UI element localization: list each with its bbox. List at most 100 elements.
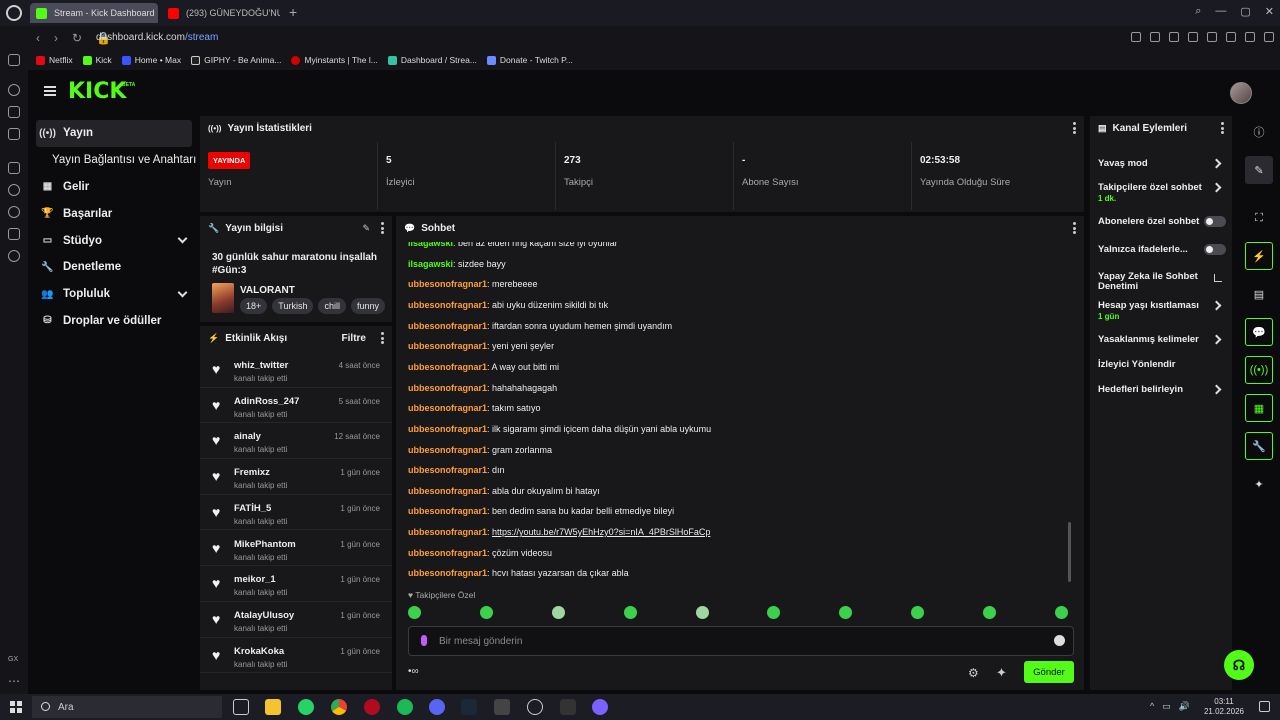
chat-username[interactable]: ilsagawski [408,242,453,248]
chat-username[interactable]: ubbesonofragnar1 [408,486,487,496]
tab-kick-dashboard[interactable]: Stream - Kick Dashboard [30,3,158,23]
chat-username[interactable]: ubbesonofragnar1 [408,279,487,289]
chat-username[interactable]: ubbesonofragnar1 [408,403,487,413]
maximize-icon[interactable]: ▢ [1240,5,1250,18]
notifications-icon[interactable] [1259,701,1270,712]
bot-icon[interactable]: ✦ [1245,470,1273,498]
send-button[interactable]: Gönder [1024,661,1074,683]
forward-icon[interactable]: › [54,31,58,45]
profile-icon[interactable] [1226,32,1236,42]
menu-icon[interactable] [1264,32,1274,42]
game-app-icon[interactable] [494,699,510,715]
layout-icon[interactable]: ▦ [1245,394,1273,422]
downloads-icon[interactable] [8,228,20,240]
pencil-icon[interactable]: ✎ [1245,156,1273,184]
toggle-switch[interactable] [1204,216,1226,227]
user-avatar[interactable] [1230,82,1252,104]
bookmark-myinstants[interactable]: Myinstants | The l... [291,50,378,70]
crop-icon[interactable]: ⛶ [1245,204,1273,232]
activity-username[interactable]: MikePhantom [234,539,296,550]
windows-start-icon[interactable] [10,701,22,713]
channel-action-item[interactable]: Hedefleri belirleyin [1098,384,1226,395]
chat-username[interactable]: ubbesonofragnar1 [408,506,487,516]
reload-icon[interactable]: ↻ [72,31,82,45]
nav-item-topluluk[interactable]: 👥 Topluluk [36,281,192,308]
channel-action-item[interactable]: Abonelere özel sohbet [1098,216,1226,227]
channel-action-item[interactable]: Hesap yaşı kısıtlaması 1 gün [1098,300,1226,321]
bookmark-donate[interactable]: Donate - Twitch P... [486,50,573,70]
emote[interactable] [983,606,996,619]
emote[interactable] [1054,606,1068,619]
microphone-icon[interactable] [421,635,427,646]
wallet-icon[interactable] [8,162,20,174]
nav-item-basarilar[interactable]: 🏆 Başarılar [36,200,192,227]
chat-username[interactable]: ubbesonofragnar1 [408,445,487,455]
emote[interactable] [695,606,709,619]
emote[interactable] [623,606,637,619]
nav-item-droplar[interactable]: ⛁ Droplar ve ödüller [36,308,192,335]
chat-username[interactable]: ilsagawski [408,259,453,269]
chat-username[interactable]: ubbesonofragnar1 [408,424,487,434]
bookmark-heart-icon[interactable] [1188,32,1198,42]
file-explorer-icon[interactable] [265,699,281,715]
download-icon[interactable] [1245,32,1255,42]
infinity-icon[interactable]: •∞ [408,666,419,677]
history-icon[interactable] [8,206,20,218]
heart-icon[interactable] [8,184,20,196]
spotify-icon[interactable] [397,699,413,715]
bookmark-streamlabs[interactable]: Dashboard / Strea... [387,50,477,70]
activity-item[interactable]: ♥ FATİH_5 kanalı takip etti 1 gün önce [200,495,392,531]
nav-item-studyo[interactable]: ▭ Stüdyo [36,227,192,254]
activity-username[interactable]: Fremixz [234,467,270,478]
new-tab-plus-icon[interactable]: + [289,4,297,20]
capcut-icon[interactable] [560,699,576,715]
tag[interactable]: Turkish [272,298,314,314]
chat-username[interactable]: ubbesonofragnar1 [408,341,487,351]
tiktok-icon[interactable] [8,106,20,118]
activity-username[interactable]: KrokaKoka [234,646,284,657]
chat-username[interactable]: ubbesonofragnar1 [408,300,487,310]
activity-username[interactable]: meikor_1 [234,574,276,585]
search-tabs-icon[interactable]: ⌕ [1195,5,1201,18]
settings-icon[interactable] [8,250,20,262]
discord-icon[interactable] [429,699,445,715]
lightning-icon[interactable]: ⚡ [1245,242,1273,270]
gear-icon[interactable]: ⚙ [968,666,979,680]
activity-item[interactable]: ♥ AtalayUlusoy kanalı takip etti 1 gün önce [200,602,392,638]
task-view-icon[interactable] [233,699,249,715]
emoji-icon[interactable] [1054,635,1065,646]
chat-username[interactable]: ubbesonofragnar1 [408,548,487,558]
chat-username[interactable]: ubbesonofragnar1 [408,362,487,372]
x-icon[interactable] [8,128,20,140]
nav-item-denetleme[interactable]: 🔧 Denetleme [36,254,192,281]
emote[interactable] [408,606,421,619]
nav-item-yayin[interactable]: ((•)) Yayın [36,120,192,147]
close-icon[interactable]: ✕ [1265,5,1274,18]
chat-message-input[interactable] [439,633,1029,649]
support-chat-icon[interactable]: ☊ [1224,650,1254,680]
clock[interactable]: 03:11 21.02.2026 [1204,697,1244,717]
broadcast-icon[interactable]: ((•)) [1245,356,1273,384]
chevron-up-icon[interactable]: ^ [1150,701,1154,712]
app-icon[interactable] [592,699,608,715]
wrench-icon[interactable]: 🔧 [1245,432,1273,460]
minimize-icon[interactable]: — [1215,5,1226,18]
tag[interactable]: 18+ [240,298,268,314]
channel-action-item[interactable]: Yalnızca ifadelerle... [1098,244,1226,255]
activity-username[interactable]: whiz_twitter [234,360,288,371]
more-icon[interactable]: ⋯ [8,674,20,688]
channel-action-item[interactable]: Yasaklanmış kelimeler [1098,334,1226,345]
bookmark-max[interactable]: Home • Max [121,50,181,70]
chat-icon[interactable]: 💬 [1245,318,1273,346]
volume-icon[interactable]: 🔊 [1179,701,1190,712]
category-name[interactable]: VALORANT [240,285,295,296]
emote[interactable] [551,606,565,619]
activity-item[interactable]: ♥ meikor_1 kanalı takip etti 1 gün önce [200,566,392,602]
channel-action-item[interactable]: Yavaş mod [1098,158,1226,169]
opera-gx-icon[interactable] [364,699,380,715]
kebab-menu-icon[interactable] [381,332,384,344]
activity-item[interactable]: ♥ MikePhantom kanalı takip etti 1 gün önce [200,531,392,567]
kick-logo[interactable]: KICK [68,79,126,104]
pin-icon[interactable] [1131,32,1141,42]
opera-logo-icon[interactable] [6,5,22,21]
